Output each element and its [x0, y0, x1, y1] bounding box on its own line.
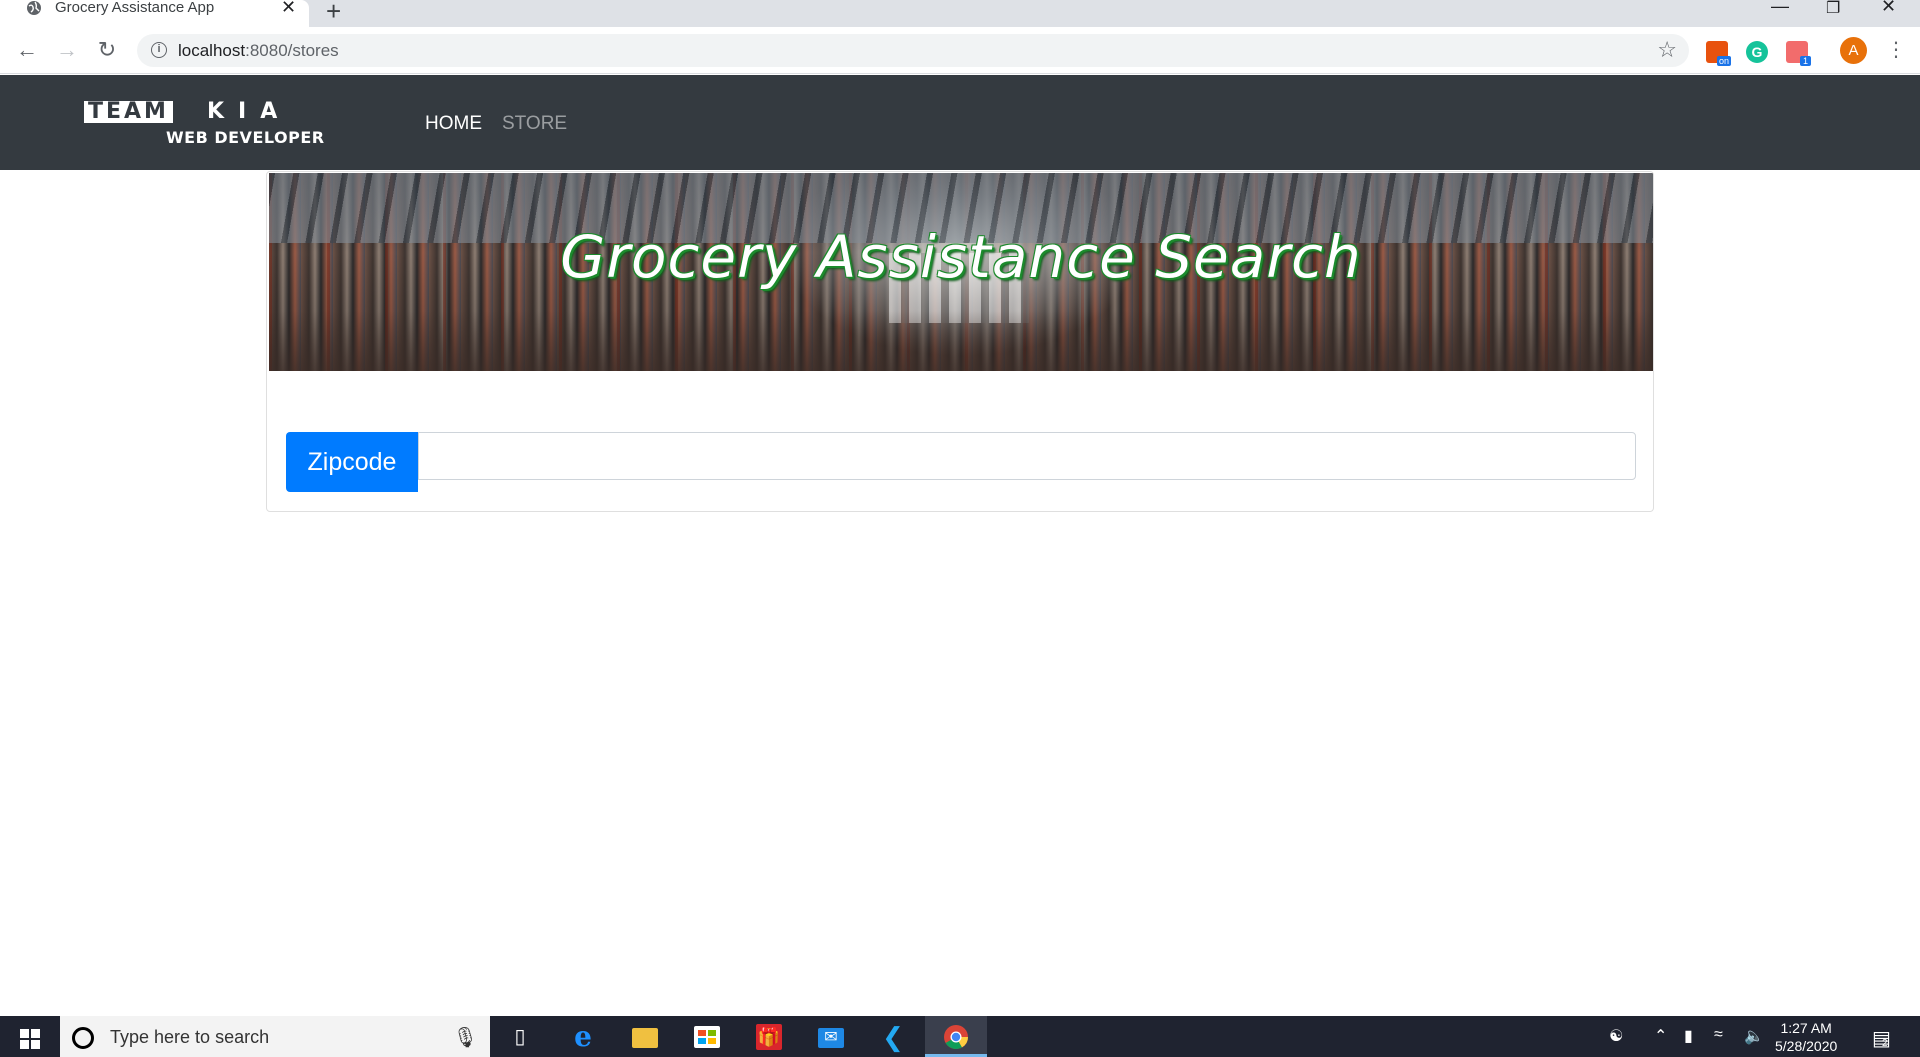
zipcode-search-group: Zipcode [286, 432, 1636, 492]
search-card: Grocery Assistance Search Zipcode [266, 171, 1654, 512]
restore-icon[interactable]: ❐ [1826, 0, 1840, 18]
gift-icon[interactable]: 🎁 [756, 1024, 782, 1050]
notification-count: 2 [1882, 1038, 1888, 1049]
ext-badge: 1 [1799, 56, 1811, 66]
browser-tab-strip: Grocery Assistance App ✕ + — ❐ ✕ [0, 0, 1920, 27]
hero-floor-texture [269, 311, 1653, 371]
edge-icon[interactable]: e [570, 1023, 596, 1051]
site-info-icon[interactable]: i [151, 42, 167, 58]
taskbar-search-box[interactable]: Type here to search 🎙 [60, 1016, 490, 1057]
mail-icon[interactable]: ✉ [818, 1028, 844, 1048]
taskbar-active-app[interactable] [925, 1016, 987, 1057]
back-arrow-icon[interactable]: ← [15, 38, 39, 62]
team-kia-logo[interactable]: TEAM KIA WEB DEVELOPER [84, 101, 334, 149]
window-close-icon[interactable]: ✕ [1881, 0, 1896, 17]
store-bag-icon[interactable] [694, 1026, 720, 1048]
windows-taskbar: Type here to search 🎙 ▯ e 🎁 ✉ ❮ ☯ ⌃ ▮ ≈ … [0, 1016, 1920, 1057]
hero-title: Grocery Assistance Search [560, 223, 1362, 291]
forward-arrow-icon[interactable]: → [55, 38, 79, 62]
action-center-icon[interactable]: ▤ 2 [1872, 1026, 1891, 1051]
ext-badge: on [1716, 56, 1731, 66]
url-text[interactable]: localhost:8080/stores [178, 41, 339, 61]
cortana-icon [72, 1027, 94, 1049]
nav-link-home[interactable]: HOME [425, 112, 482, 136]
battery-icon[interactable]: ▮ [1684, 1026, 1693, 1046]
chrome-icon [944, 1025, 968, 1050]
wifi-icon[interactable]: ≈ [1714, 1026, 1723, 1044]
minimize-icon[interactable]: — [1771, 0, 1789, 17]
taskbar-clock[interactable]: 1:27 AM 5/28/2020 [1775, 1019, 1837, 1055]
browser-menu-icon[interactable]: ⋮ [1886, 38, 1906, 62]
clock-time: 1:27 AM [1780, 1020, 1832, 1036]
browser-toolbar: ← → ↻ i localhost:8080/stores ☆ on G 1 [0, 27, 1920, 74]
nav-link-store[interactable]: STORE [502, 112, 567, 136]
url-path: :8080/stores [245, 41, 339, 60]
clock-date: 5/28/2020 [1775, 1038, 1838, 1054]
ext-counter-icon[interactable]: 1 [1786, 41, 1811, 66]
address-bar[interactable]: i localhost:8080/stores ☆ [137, 34, 1689, 67]
taskbar-search-placeholder: Type here to search [110, 1027, 270, 1047]
bookmark-star-icon[interactable]: ☆ [1657, 37, 1677, 63]
microphone-icon[interactable]: 🎙 [453, 1025, 478, 1050]
tab-title: Grocery Assistance App [55, 0, 215, 16]
new-tab-button[interactable]: + [326, 0, 341, 27]
file-explorer-icon[interactable] [632, 1028, 658, 1048]
hero-banner-image: Grocery Assistance Search [269, 173, 1653, 371]
url-host: localhost [178, 41, 246, 60]
zipcode-input[interactable] [418, 432, 1636, 480]
chevron-up-icon[interactable]: ⌃ [1654, 1026, 1667, 1046]
ext-on-icon[interactable]: on [1706, 41, 1731, 66]
logo-subtitle: WEB DEVELOPER [166, 128, 325, 147]
browser-tab[interactable]: Grocery Assistance App ✕ [0, 0, 309, 27]
grammarly-icon[interactable]: G [1746, 41, 1768, 63]
globe-icon [27, 1, 41, 15]
windows-start-icon[interactable] [20, 1029, 40, 1049]
reload-icon[interactable]: ↻ [95, 38, 119, 62]
profile-avatar[interactable]: A [1840, 37, 1867, 64]
vscode-icon[interactable]: ❮ [880, 1024, 906, 1050]
logo-team-text: TEAM [84, 101, 173, 123]
logo-kia-text: KIA [206, 99, 292, 124]
people-icon[interactable]: ☯ [1609, 1026, 1623, 1046]
task-view-icon[interactable]: ▯ [507, 1024, 533, 1050]
volume-icon[interactable]: 🔈 [1744, 1026, 1764, 1046]
zipcode-button[interactable]: Zipcode [286, 432, 418, 492]
close-icon[interactable]: ✕ [281, 0, 296, 16]
